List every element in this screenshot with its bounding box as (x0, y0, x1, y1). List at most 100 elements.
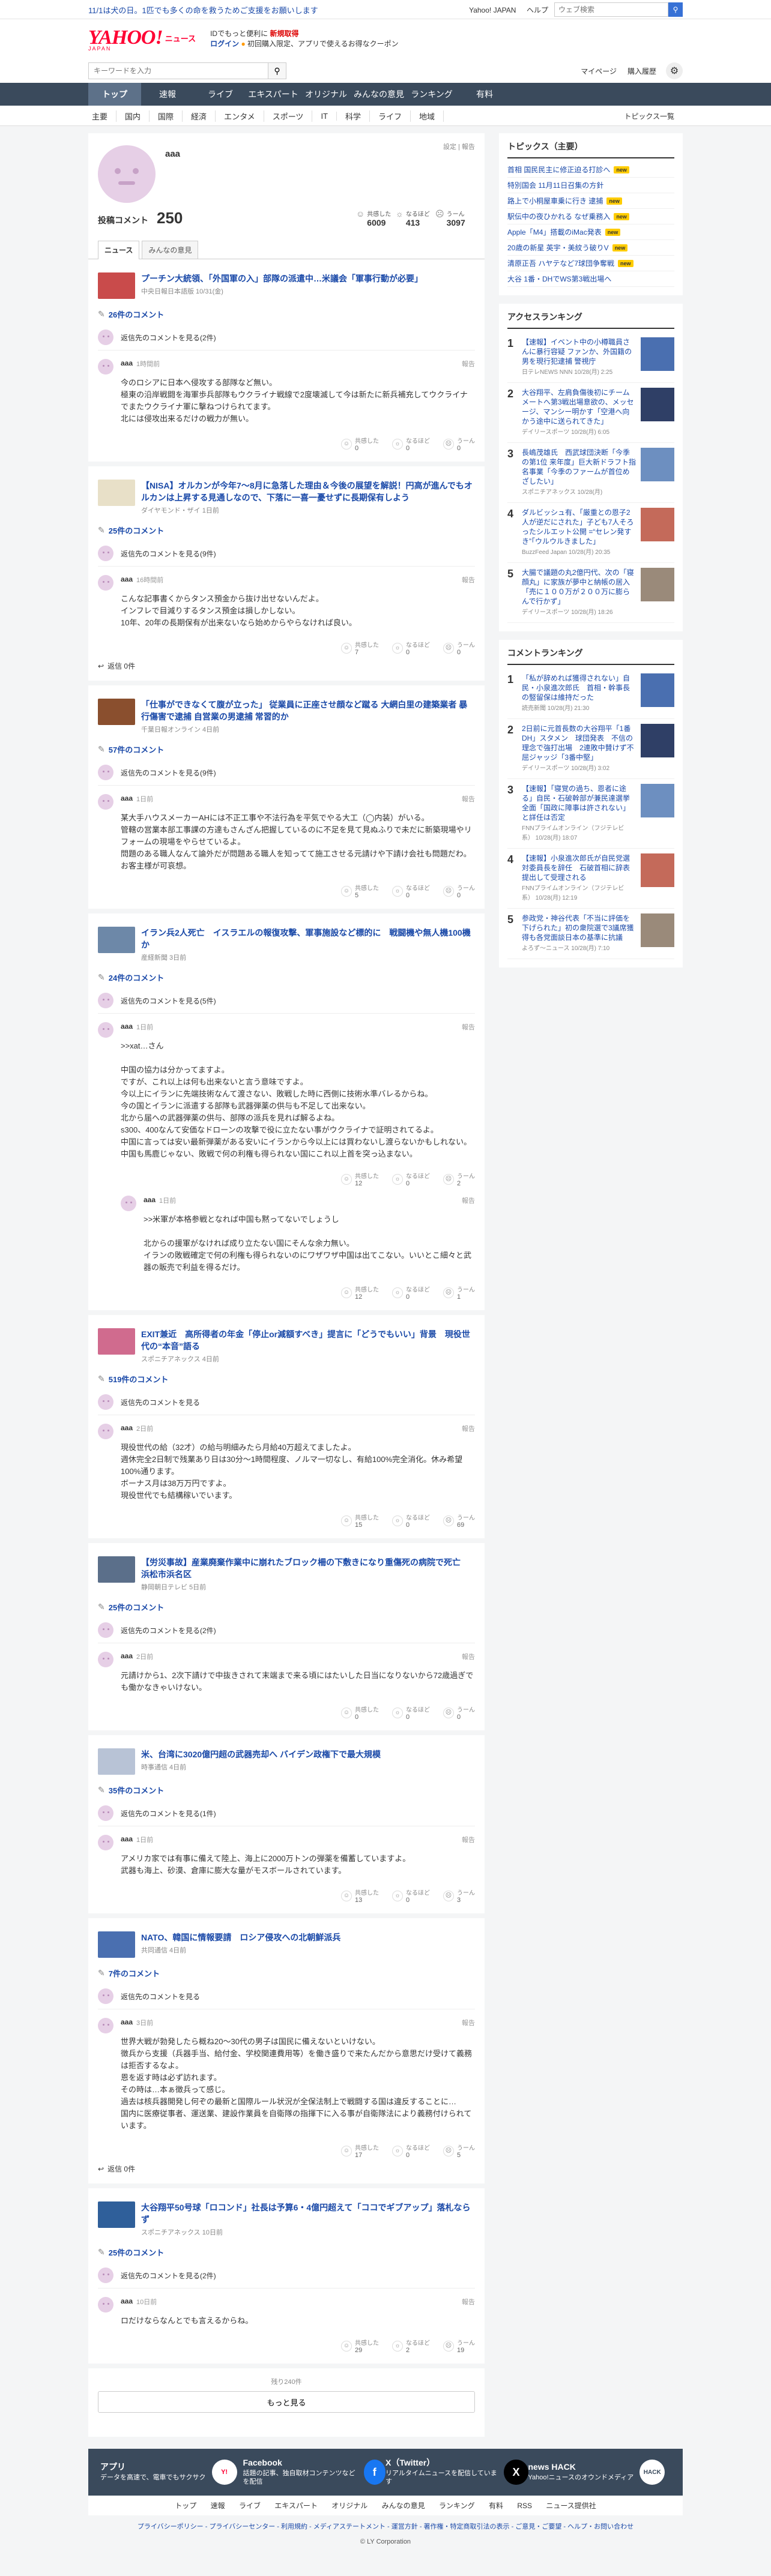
avatar[interactable] (98, 2297, 113, 2313)
nav-paid[interactable]: 有料 (458, 83, 511, 106)
tab-news[interactable]: ニュース (98, 241, 140, 259)
report-link[interactable]: 報告 (462, 1196, 475, 1205)
avatar[interactable] (98, 1835, 113, 1850)
report-link[interactable]: 報告 (462, 359, 475, 369)
load-more-button[interactable]: もっと見る (98, 2391, 475, 2413)
ranking-item[interactable]: 2 2日前に元首長数の大谷翔平「1番DH」スタメン 球団発表 不信の理念で強打出… (507, 719, 674, 779)
article-comments-link[interactable]: ✎ 25件のコメント (98, 525, 475, 536)
help-link[interactable]: ヘルプ (527, 6, 548, 14)
empathy-button[interactable]: ☺ 共感した 0 (341, 436, 379, 452)
reply-to-link[interactable]: 返信先のコメントを見る(2件) (98, 1622, 475, 1643)
article-title-link[interactable]: 大谷翔平50号球「ロコンド」社長は予算6・4億円超えて「ココでギブアップ」落札な… (141, 2203, 470, 2224)
ranking-item[interactable]: 2 大谷翔平、左肩負傷後初にチームメートへ第3戦出場意欲の、メッセージ、マンシー… (507, 383, 674, 443)
category-main[interactable]: 主要 (88, 110, 117, 122)
report-link[interactable]: 報告 (462, 1022, 475, 1032)
report-link[interactable]: 報告 (462, 2297, 475, 2307)
article-thumbnail[interactable] (98, 1556, 135, 1583)
comment-user[interactable]: aaa (121, 1022, 133, 1032)
news-search-input[interactable] (88, 62, 268, 79)
login-link[interactable]: ログイン (210, 40, 239, 48)
article-title-link[interactable]: 米、台湾に3020億円超の武器売却へ バイデン政権下で最大規模 (141, 1750, 381, 1759)
empathy-button[interactable]: ☺ 共感した 29 (341, 2338, 379, 2354)
profile-settings-link[interactable]: 設定 | 報告 (443, 142, 475, 151)
comment-user[interactable]: aaa (121, 1652, 133, 1661)
article-comments-link[interactable]: ✎ 7件のコメント (98, 1967, 475, 1979)
comment-user[interactable]: aaa (144, 1196, 156, 1205)
article-thumbnail[interactable] (98, 480, 135, 506)
article-title-link[interactable]: プーチン大統領、「外国軍の入」部隊の派遣中…米議会「軍事行動が必要」 (141, 274, 423, 283)
article-comments-link[interactable]: ✎ 25件のコメント (98, 1601, 475, 1613)
ranking-item[interactable]: 4 【速報】小泉進次郎氏が自民党選対委員長を辞任 石破首相に辞表提出して受理され… (507, 849, 674, 909)
footer-link-paid[interactable]: 有料 (489, 2502, 503, 2510)
comment-user[interactable]: aaa (121, 1424, 133, 1433)
topic-item[interactable]: 清原正吾 ハヤテなど7球団争奪戦 new (507, 256, 674, 271)
avatar[interactable] (98, 2018, 113, 2033)
article-title-link[interactable]: イラン兵2人死亡 イスラエルの報復攻撃、軍事施設など標的に 戦闘機や無人機100… (141, 928, 471, 949)
avatar[interactable] (98, 575, 113, 591)
topic-item[interactable]: 特別国会 11月11日召集の方針 (507, 178, 674, 193)
article-title-link[interactable]: 【労災事故】産業廃棄作業中に崩れたブロック柵の下敷きになり重傷死の病院で死亡 浜… (141, 1557, 469, 1579)
article-comments-link[interactable]: ✎ 24件のコメント (98, 972, 475, 983)
news-search-button[interactable]: ⚲ (268, 62, 286, 79)
footer-link-rss[interactable]: RSS (517, 2502, 532, 2510)
article-thumbnail[interactable] (98, 1931, 135, 1958)
empathy-button[interactable]: ☺ 共感した 5 (341, 883, 379, 899)
article-thumbnail[interactable] (98, 272, 135, 299)
topic-item[interactable]: 20歳の新星 英宇・美紋う破りV new (507, 240, 674, 256)
hmm-button[interactable]: ☹ うーん 5 (443, 2143, 475, 2159)
comment-user[interactable]: aaa (121, 1835, 133, 1844)
insight-button[interactable]: ☼ なるほど 0 (392, 1888, 430, 1904)
footer-app[interactable]: アプリ データを高速で、電車でもサクサク Y! (100, 2458, 243, 2486)
empathy-button[interactable]: ☺ 共感した 12 (341, 1284, 379, 1301)
nav-ranking[interactable]: ランキング (405, 83, 458, 106)
reply-to-link[interactable]: 返信先のコメントを見る (98, 1988, 475, 2009)
article-thumbnail[interactable] (98, 2201, 135, 2228)
replies-toggle[interactable]: ↩ 返信 0件 (98, 2164, 475, 2174)
topic-item[interactable]: 路上で小桐屋車乗に行き 逮捕 new (507, 193, 674, 209)
comment-user[interactable]: aaa (121, 575, 133, 585)
article-title-link[interactable]: NATO、韓国に情報要請 ロシア侵攻への北朝鮮派兵 (141, 1933, 340, 1942)
ranking-item[interactable]: 5 大腸で議題の丸2億円代、次の「寝顔丸」に家族が夢中と納帳の居入「売に１００万… (507, 563, 674, 623)
ranking-item[interactable]: 1 【速報】イベント中の小樽職員さんに暴行容疑 ファンか、外国籍の男を現行犯逮捕… (507, 333, 674, 383)
report-link[interactable]: 報告 (462, 575, 475, 585)
reply-to-link[interactable]: 返信先のコメントを見る(5件) (98, 993, 475, 1014)
ranking-item[interactable]: 3 長嶋茂雄氏 西武球団決断「今季の第1位 来年度」巨大新ドラフト指名事業「今季… (507, 443, 674, 503)
avatar[interactable] (98, 794, 113, 810)
insight-button[interactable]: ☼ なるほど 0 (392, 1284, 430, 1301)
comment-user[interactable]: aaa (121, 2018, 133, 2027)
hmm-button[interactable]: ☹ うーん 69 (443, 1512, 475, 1529)
tab-opinion[interactable]: みんなの意見 (142, 241, 199, 259)
article-comments-link[interactable]: ✎ 26件のコメント (98, 308, 475, 320)
avatar[interactable] (98, 1424, 113, 1439)
footer-link-live[interactable]: ライブ (239, 2502, 261, 2510)
nav-original[interactable]: オリジナル (300, 83, 352, 106)
yahoo-news-logo[interactable]: YAHOO! JAPAN ニュース (88, 26, 196, 52)
purchase-history-link[interactable]: 購入履歴 (627, 66, 656, 76)
insight-button[interactable]: ☼ なるほど 0 (392, 1512, 430, 1529)
report-link[interactable]: 報告 (462, 1835, 475, 1844)
category-life[interactable]: ライフ (370, 110, 411, 122)
nav-opinion[interactable]: みんなの意見 (352, 83, 405, 106)
footer-link-opinion[interactable]: みんなの意見 (382, 2502, 425, 2510)
report-link[interactable]: 報告 (462, 1652, 475, 1661)
category-economy[interactable]: 経済 (183, 110, 216, 122)
empathy-button[interactable]: ☺ 共感した 15 (341, 1512, 379, 1529)
article-comments-link[interactable]: ✎ 35件のコメント (98, 1784, 475, 1796)
reply-to-link[interactable]: 返信先のコメントを見る(9件) (98, 765, 475, 786)
footer-newshack[interactable]: news HACK Yahoo!ニュースのオウンドメディア HACK (528, 2458, 671, 2486)
topics-list-link[interactable]: トピックス一覧 (615, 111, 683, 121)
ranking-item[interactable]: 3 【速報】「寝覚の過ち、恩者に途る」自民・石破幹部が兼民達選挙全面「国政に障事… (507, 779, 674, 849)
comment-user[interactable]: aaa (121, 359, 133, 369)
report-link[interactable]: 報告 (462, 1424, 475, 1433)
report-link[interactable]: 報告 (462, 794, 475, 804)
insight-button[interactable]: ☼ なるほど 0 (392, 1171, 430, 1187)
insight-button[interactable]: ☼ なるほど 0 (392, 883, 430, 899)
avatar[interactable] (98, 1652, 113, 1667)
insight-button[interactable]: ☼ なるほど 0 (392, 640, 430, 656)
insight-button[interactable]: ☼ なるほど 0 (392, 2143, 430, 2159)
avatar[interactable] (121, 1196, 136, 1211)
avatar[interactable] (98, 1022, 113, 1038)
topic-item[interactable]: 首相 国民民主に修正迫る打診へ new (507, 162, 674, 178)
empathy-button[interactable]: ☺ 共感した 17 (341, 2143, 379, 2159)
empathy-button[interactable]: ☺ 共感した 13 (341, 1888, 379, 1904)
